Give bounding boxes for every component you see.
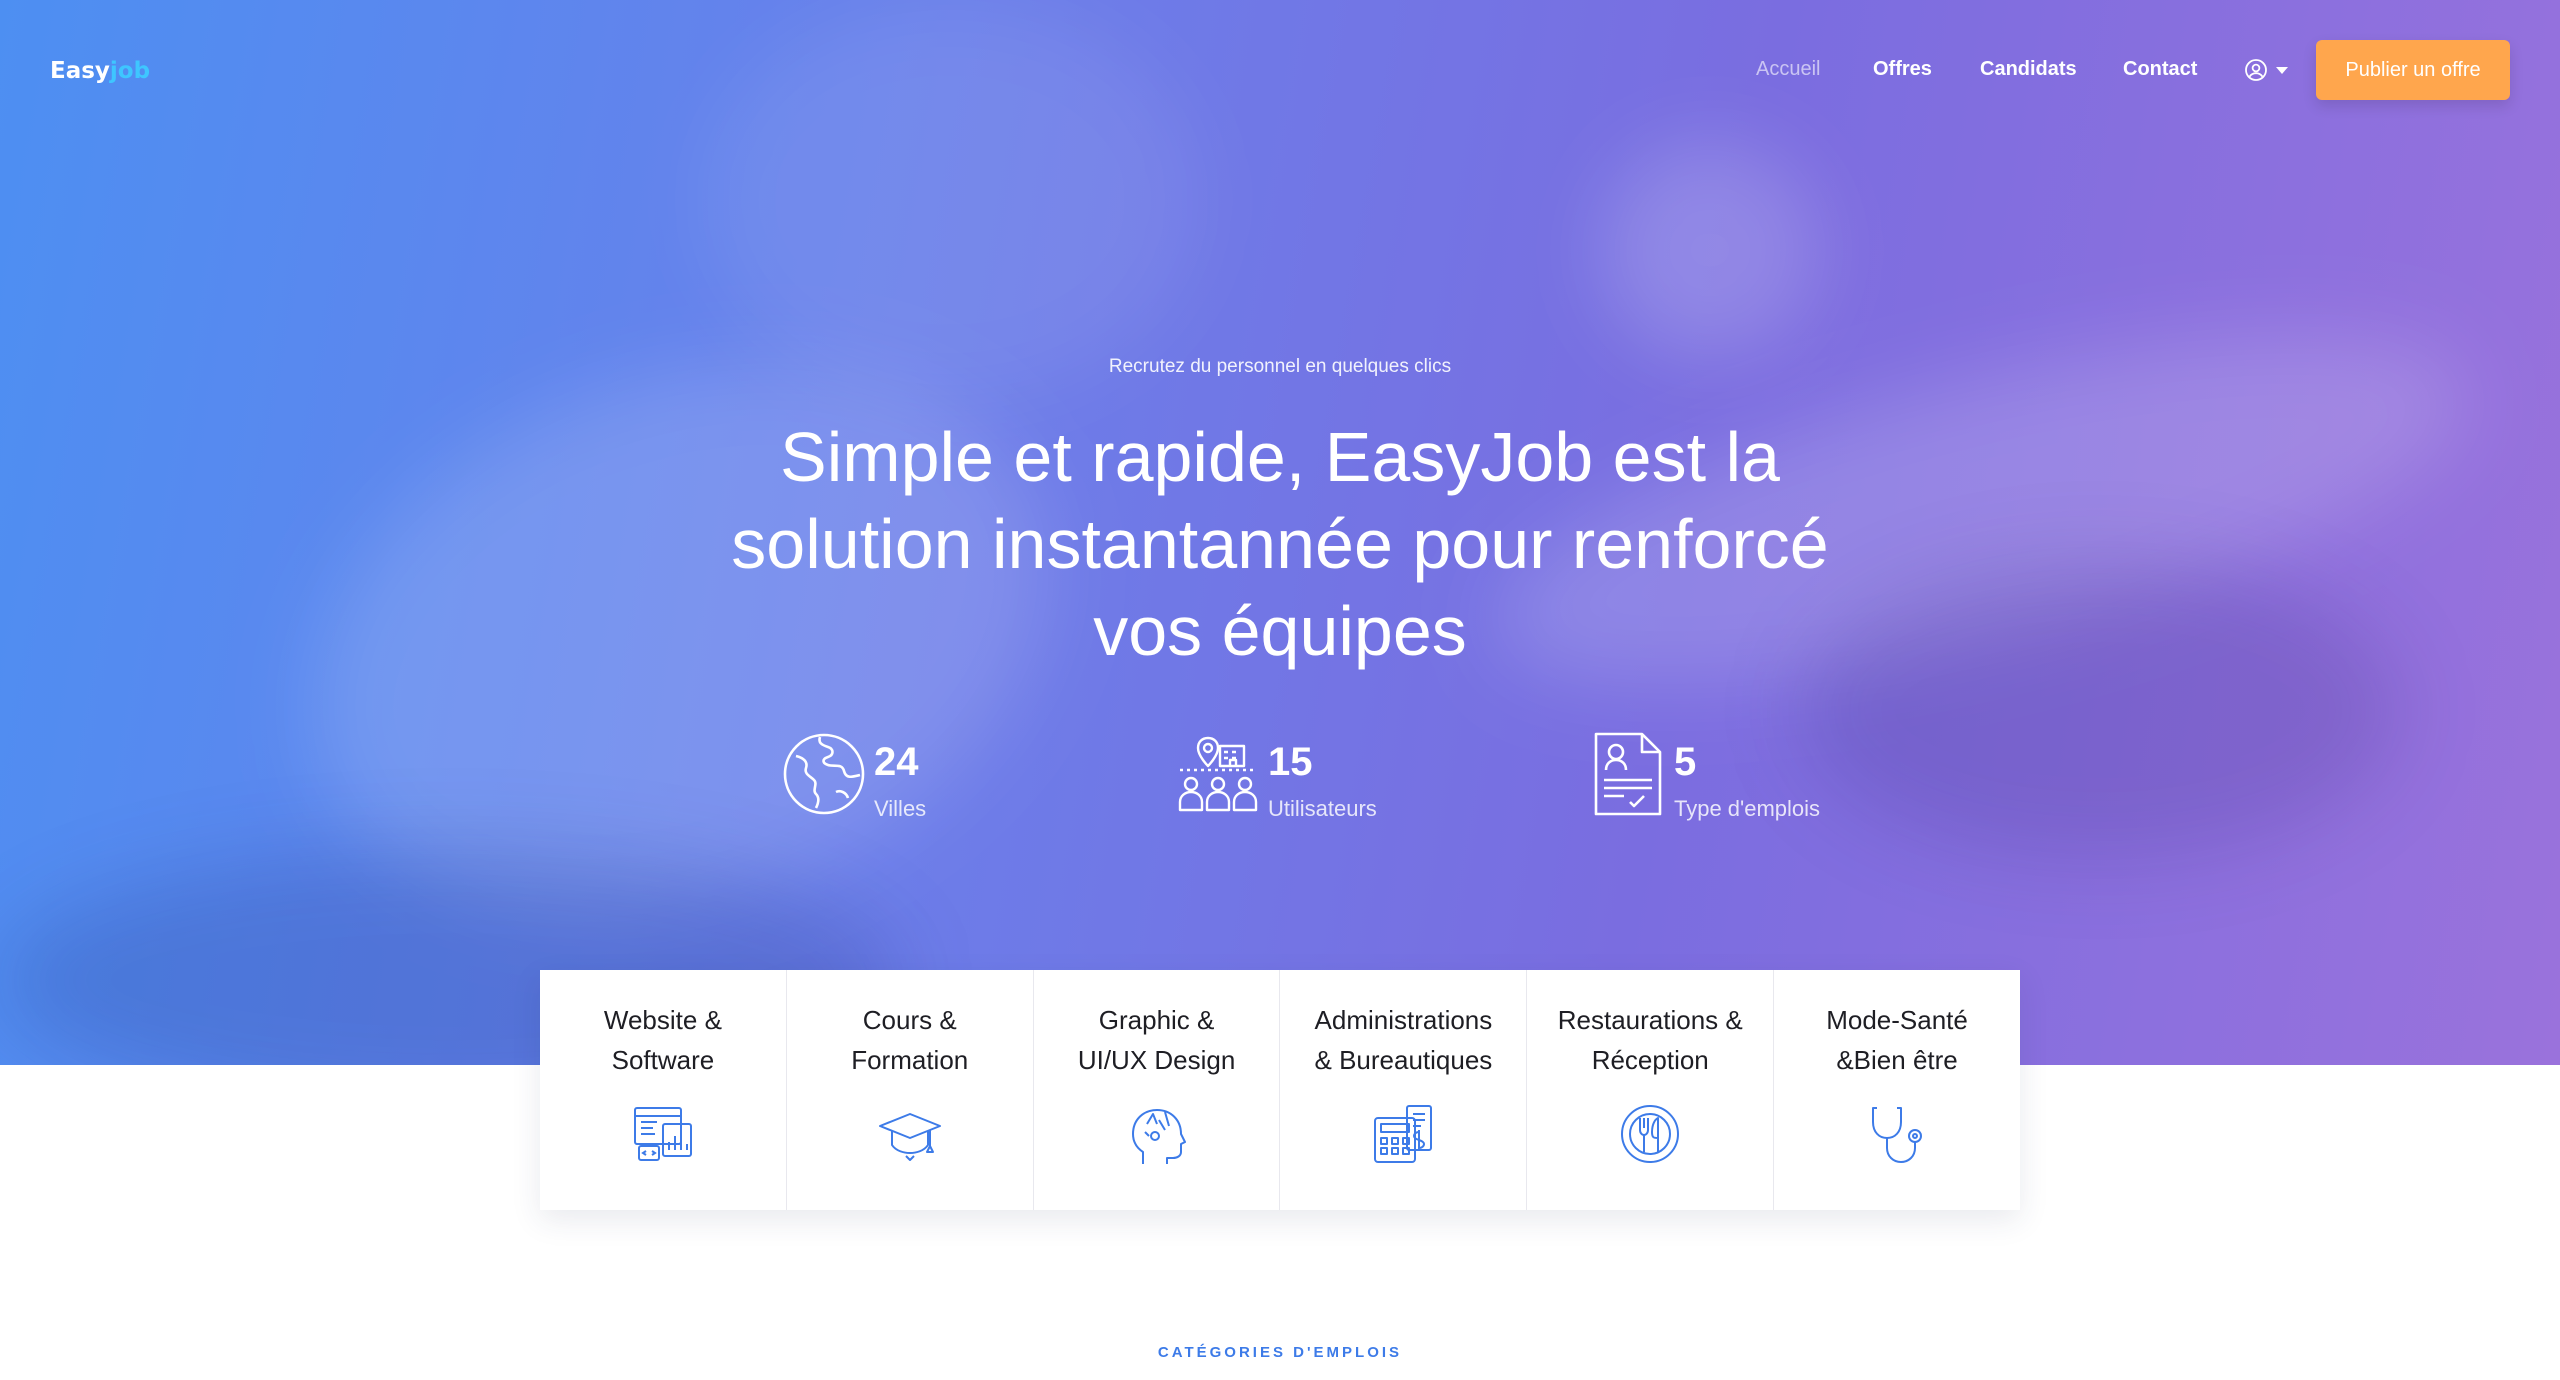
category-card-cours-formation[interactable]: Cours & Formation — [787, 970, 1034, 1210]
category-title: Mode-Santé &Bien être — [1780, 1000, 2014, 1080]
user-menu-dropdown[interactable] — [2244, 58, 2292, 82]
section-label-categories: CATÉGORIES D'EMPLOIS — [1157, 1344, 1403, 1361]
chevron-down-icon — [2276, 66, 2288, 74]
category-card-website-software[interactable]: Website & Software — [540, 970, 787, 1210]
category-title-line: & Bureautiques — [1314, 1045, 1493, 1075]
hero-background-shape — [1800, 560, 2400, 860]
stat-label: Utilisateurs — [1268, 796, 1377, 821]
category-card-mode-sante[interactable]: Mode-Santé &Bien être — [1774, 970, 2020, 1210]
hero-section: Easyjob Accueil Offres Candidats Contact… — [0, 0, 2560, 1065]
stat-value: 24 — [874, 740, 919, 784]
stat-label: Villes — [874, 796, 927, 821]
category-title-line: Mode-Santé — [1826, 1005, 1968, 1035]
publish-offer-button[interactable]: Publier un offre — [2316, 40, 2510, 100]
headline-line: vos équipes — [1093, 592, 1467, 670]
stat-value: 5 — [1674, 740, 1697, 784]
hero-background-shape — [1600, 140, 1820, 360]
nav-link-contact[interactable]: Contact — [2123, 58, 2197, 81]
stat-utilisateurs: 15 Utilisateurs — [1176, 732, 1476, 822]
logo-prefix: Easy — [50, 58, 110, 84]
category-card-restaurations[interactable]: Restaurations & Réception — [1527, 970, 1775, 1210]
category-title-line: UI/UX Design — [1077, 1045, 1236, 1075]
nav-link-candidats[interactable]: Candidats — [1980, 58, 2077, 81]
headline-line: solution instantannée pour renforcé — [731, 505, 1829, 583]
category-title: Administrations & Bureautiques — [1286, 1000, 1520, 1080]
category-title-line: Graphic & — [1098, 1005, 1215, 1035]
calculator-icon — [1374, 1105, 1433, 1163]
category-title: Graphic & UI/UX Design — [1040, 1000, 1274, 1080]
document-icon — [1594, 732, 1662, 816]
plate-cutlery-icon — [1621, 1105, 1680, 1163]
graduation-cap-icon — [878, 1113, 941, 1161]
category-title: Website & Software — [546, 1000, 780, 1080]
nav-link-accueil[interactable]: Accueil — [1756, 58, 1820, 81]
category-title-line: Website & — [603, 1005, 722, 1035]
hero-eyebrow: Recrutez du personnel en quelques clics — [1108, 356, 1452, 377]
logo-accent: job — [109, 58, 151, 84]
category-title: Restaurations & Réception — [1533, 1000, 1767, 1080]
user-circle-icon — [2245, 59, 2267, 81]
stat-label: Type d'emplois — [1674, 796, 1821, 821]
hero-headline: Simple et rapide, EasyJob est la solutio… — [680, 414, 1880, 675]
stat-type-emplois: 5 Type d'emplois — [1590, 732, 1890, 822]
website-software-icon — [633, 1107, 692, 1161]
category-title-line: &Bien être — [1836, 1045, 1958, 1075]
users-location-icon — [1178, 736, 1258, 812]
category-title-line: Réception — [1591, 1045, 1709, 1075]
logo[interactable]: Easyjob — [50, 58, 150, 84]
headline-line: Simple et rapide, EasyJob est la — [780, 418, 1780, 496]
category-title-line: Restaurations & — [1557, 1005, 1743, 1035]
nav-link-offres[interactable]: Offres — [1873, 58, 1932, 81]
creative-head-icon — [1131, 1109, 1186, 1164]
category-title-line: Software — [611, 1045, 715, 1075]
category-title-line: Formation — [851, 1045, 969, 1075]
category-title-line: Administrations — [1314, 1005, 1493, 1035]
categories-strip: Website & Software Cours & Formation Gra… — [540, 970, 2020, 1210]
stethoscope-icon — [1872, 1107, 1923, 1163]
category-card-administrations[interactable]: Administrations & Bureautiques — [1280, 970, 1528, 1210]
page: Easyjob Accueil Offres Candidats Contact… — [0, 0, 2560, 1380]
stat-value: 15 — [1268, 740, 1313, 784]
stat-villes: 24 Villes — [782, 732, 1002, 822]
category-card-graphic-design[interactable]: Graphic & UI/UX Design — [1034, 970, 1281, 1210]
top-navbar: Easyjob Accueil Offres Candidats Contact… — [0, 0, 2560, 140]
category-title-line: Cours & — [862, 1005, 957, 1035]
category-title: Cours & Formation — [793, 1000, 1027, 1080]
globe-icon — [783, 733, 865, 815]
